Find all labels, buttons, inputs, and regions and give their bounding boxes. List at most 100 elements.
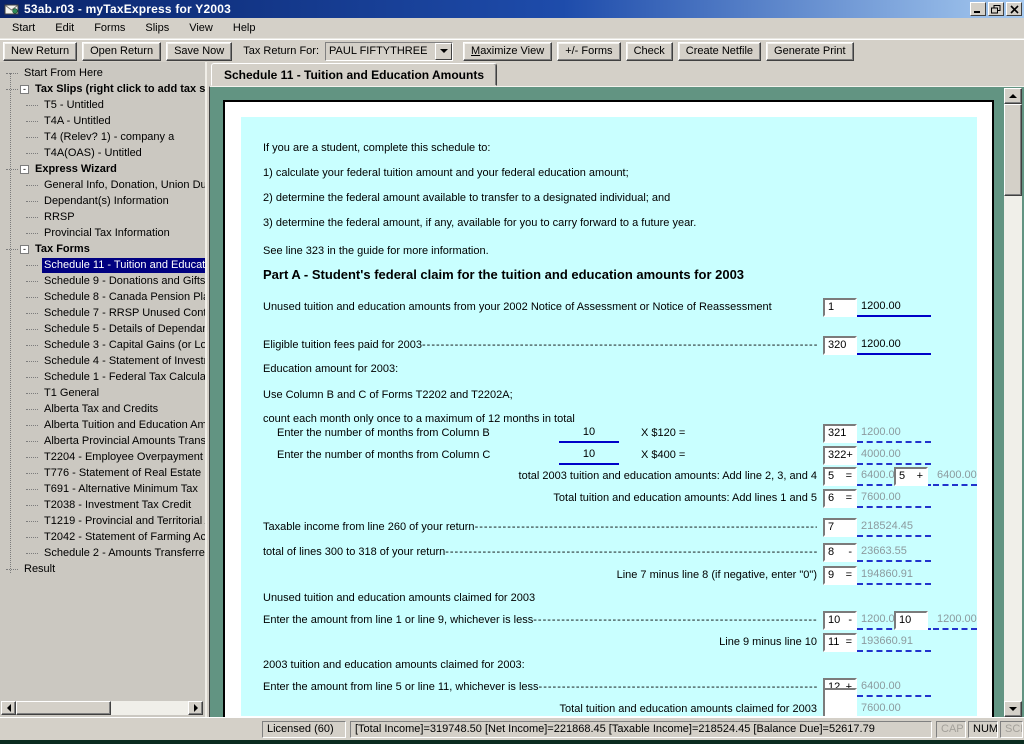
combobox-dropdown-button[interactable] bbox=[435, 43, 452, 60]
arrow-up-icon bbox=[1009, 94, 1017, 98]
form-scrollbar-track[interactable] bbox=[1004, 196, 1022, 701]
tree-item-schedule-5-details-of-dependant[interactable]: Schedule 5 - Details of Dependant bbox=[0, 321, 205, 337]
save-now-button[interactable]: Save Now bbox=[166, 42, 232, 61]
forms-tree-panel: Start From Here-Tax Slips (right click t… bbox=[0, 62, 207, 717]
tree-scrollbar-thumb[interactable] bbox=[16, 701, 111, 715]
months-input[interactable]: 10 bbox=[559, 425, 619, 443]
arrow-left-icon bbox=[7, 704, 11, 712]
tree-item-schedule-3-capital-gains-or-losse[interactable]: Schedule 3 - Capital Gains (or Losse bbox=[0, 337, 205, 353]
form-vertical-scrollbar[interactable] bbox=[1004, 88, 1022, 717]
form-row-line-5: total 2003 tuition and education amounts… bbox=[241, 468, 977, 488]
tree-item-schedule-11-tuition-and-education[interactable]: Schedule 11 - Tuition and Education bbox=[0, 257, 205, 273]
license-status: Licensed (60) bbox=[262, 721, 346, 738]
tax-return-for-combobox[interactable]: PAUL FIFTYTHREE bbox=[325, 42, 453, 61]
tree-item-t2038-investment-tax-credit[interactable]: T2038 - Investment Tax Credit bbox=[0, 497, 205, 513]
tree-item-tax-slips-right-click-to-add-tax-sl[interactable]: -Tax Slips (right click to add tax sl bbox=[0, 81, 205, 97]
form-label-text: Enter the number of months from Column C bbox=[277, 447, 490, 465]
tree-item-t2204-employee-overpayment-of[interactable]: T2204 - Employee Overpayment of bbox=[0, 449, 205, 465]
form-label-text: Line 7 minus line 8 (if negative, enter … bbox=[617, 569, 817, 581]
tree-item-schedule-9-donations-and-gifts[interactable]: Schedule 9 - Donations and Gifts bbox=[0, 273, 205, 289]
line-number: 11 bbox=[828, 636, 839, 649]
tree-item-alberta-tuition-and-education-amou[interactable]: Alberta Tuition and Education Amou bbox=[0, 417, 205, 433]
open-return-button[interactable]: Open Return bbox=[82, 42, 161, 61]
form-row-line-12: Enter the amount from line 5 or line 11,… bbox=[241, 679, 977, 699]
title-bar[interactable]: 53ab.r03 - myTaxExpress for Y2003 bbox=[0, 0, 1024, 18]
tree-item-t1-general[interactable]: T1 General bbox=[0, 385, 205, 401]
scroll-right-button[interactable] bbox=[188, 701, 203, 715]
form-label-text: total of lines 300 to 318 of your return bbox=[263, 544, 445, 562]
collapse-icon[interactable]: - bbox=[20, 165, 29, 174]
scroll-left-button[interactable] bbox=[1, 701, 16, 715]
amount-value-line-322: 4000.00 bbox=[857, 447, 931, 465]
tree-connector bbox=[26, 137, 38, 138]
check-button[interactable]: Check bbox=[626, 42, 673, 61]
scroll-down-button[interactable] bbox=[1004, 701, 1022, 717]
line-operator: = bbox=[846, 470, 852, 483]
tree-item-schedule-8-canada-pension-plan[interactable]: Schedule 8 - Canada Pension Plan ( bbox=[0, 289, 205, 305]
collapse-icon[interactable]: - bbox=[20, 245, 29, 254]
tree-item-result[interactable]: Result bbox=[0, 561, 205, 577]
tree-item-start-from-here[interactable]: Start From Here bbox=[0, 65, 205, 81]
form-scrollbar-thumb[interactable] bbox=[1004, 104, 1022, 196]
form-row-label: total of lines 300 to 318 of your return… bbox=[263, 544, 817, 562]
scroll-up-button[interactable] bbox=[1004, 88, 1022, 104]
tree-item-t776-statement-of-real-estate-r[interactable]: T776 - Statement of Real Estate R bbox=[0, 465, 205, 481]
tree-connector bbox=[26, 297, 38, 298]
tree-item-t4-relev-1-company-a[interactable]: T4 (Relev? 1) - company a bbox=[0, 129, 205, 145]
tree-connector bbox=[26, 425, 38, 426]
tree-connector bbox=[26, 393, 38, 394]
tree-item-alberta-provincial-amounts-transfe[interactable]: Alberta Provincial Amounts Transfe bbox=[0, 433, 205, 449]
tree-item-dependant-s-information[interactable]: Dependant(s) Information bbox=[0, 193, 205, 209]
collapse-icon[interactable]: - bbox=[20, 85, 29, 94]
tree-item-t1219-provincial-and-territorial-al[interactable]: T1219 - Provincial and Territorial Al bbox=[0, 513, 205, 529]
maximize-view-button[interactable]: Maximize View bbox=[463, 42, 552, 61]
line-number: 5 bbox=[828, 470, 834, 483]
tree-horizontal-scrollbar[interactable] bbox=[1, 701, 203, 715]
tree-item-schedule-7-rrsp-unused-contribu[interactable]: Schedule 7 - RRSP Unused Contribu bbox=[0, 305, 205, 321]
create-netfile-button[interactable]: Create Netfile bbox=[678, 42, 761, 61]
tree-item-t4a-oas-untitled[interactable]: T4A(OAS) - Untitled bbox=[0, 145, 205, 161]
line-number-box-7: 7 bbox=[823, 518, 857, 537]
menu-item-edit[interactable]: Edit bbox=[45, 20, 84, 36]
tree-item-provincial-tax-information[interactable]: Provincial Tax Information bbox=[0, 225, 205, 241]
menu-item-start[interactable]: Start bbox=[2, 20, 45, 36]
chevron-down-icon bbox=[440, 49, 448, 53]
months-input[interactable]: 10 bbox=[559, 447, 619, 465]
tab-schedule-11[interactable]: Schedule 11 - Tuition and Education Amou… bbox=[211, 63, 497, 86]
tree-item-label: Schedule 4 - Statement of Investm bbox=[42, 354, 205, 369]
tree-item-schedule-1-federal-tax-calculatio[interactable]: Schedule 1 - Federal Tax Calculatio bbox=[0, 369, 205, 385]
minimize-button[interactable] bbox=[970, 2, 986, 16]
tree-item-label: T2204 - Employee Overpayment of bbox=[42, 450, 205, 465]
tree-item-t5-untitled[interactable]: T5 - Untitled bbox=[0, 97, 205, 113]
menu-item-forms[interactable]: Forms bbox=[84, 20, 135, 36]
tree-connector bbox=[26, 345, 38, 346]
form-label-text: Line 9 minus line 10 bbox=[719, 636, 817, 648]
restore-button[interactable] bbox=[988, 2, 1004, 16]
new-return-button[interactable]: New Return bbox=[3, 42, 77, 61]
menu-item-slips[interactable]: Slips bbox=[135, 20, 179, 36]
tree-item-label: T1219 - Provincial and Territorial Al bbox=[42, 514, 205, 529]
tree-item-schedule-4-statement-of-investm[interactable]: Schedule 4 - Statement of Investm bbox=[0, 353, 205, 369]
close-button[interactable] bbox=[1006, 2, 1022, 16]
tree-item-rrsp[interactable]: RRSP bbox=[0, 209, 205, 225]
menu-bar: StartEditFormsSlipsViewHelp bbox=[0, 18, 1024, 39]
tree-item-express-wizard[interactable]: -Express Wizard bbox=[0, 161, 205, 177]
tree-item-general-info-donation-union-due[interactable]: General Info, Donation, Union Due bbox=[0, 177, 205, 193]
form-intro-line: If you are a student, complete this sche… bbox=[263, 140, 490, 158]
menu-item-help[interactable]: Help bbox=[223, 20, 266, 36]
tree-scrollbar-track[interactable] bbox=[111, 701, 188, 715]
form-row-label: Unused tuition and education amounts fro… bbox=[263, 299, 817, 317]
amount-input-line-320[interactable]: 1200.00 bbox=[857, 337, 931, 355]
generate-print-button[interactable]: Generate Print bbox=[766, 42, 854, 61]
tree-item-tax-forms[interactable]: -Tax Forms bbox=[0, 241, 205, 257]
tree-item-t691-alternative-minimum-tax[interactable]: T691 - Alternative Minimum Tax bbox=[0, 481, 205, 497]
tree-item-alberta-tax-and-credits[interactable]: Alberta Tax and Credits bbox=[0, 401, 205, 417]
tree-item-t2042-statement-of-farming-acti[interactable]: T2042 - Statement of Farming Acti bbox=[0, 529, 205, 545]
tree-item-schedule-2-amounts-transferred[interactable]: Schedule 2 - Amounts Transferred bbox=[0, 545, 205, 561]
tree-item-label: Alberta Tax and Credits bbox=[42, 402, 160, 417]
forms-button[interactable]: +/- Forms bbox=[557, 42, 620, 61]
tree-connector bbox=[26, 313, 38, 314]
amount-input-line-1[interactable]: 1200.00 bbox=[857, 299, 931, 317]
tree-item-t4a-untitled[interactable]: T4A - Untitled bbox=[0, 113, 205, 129]
menu-item-view[interactable]: View bbox=[179, 20, 223, 36]
